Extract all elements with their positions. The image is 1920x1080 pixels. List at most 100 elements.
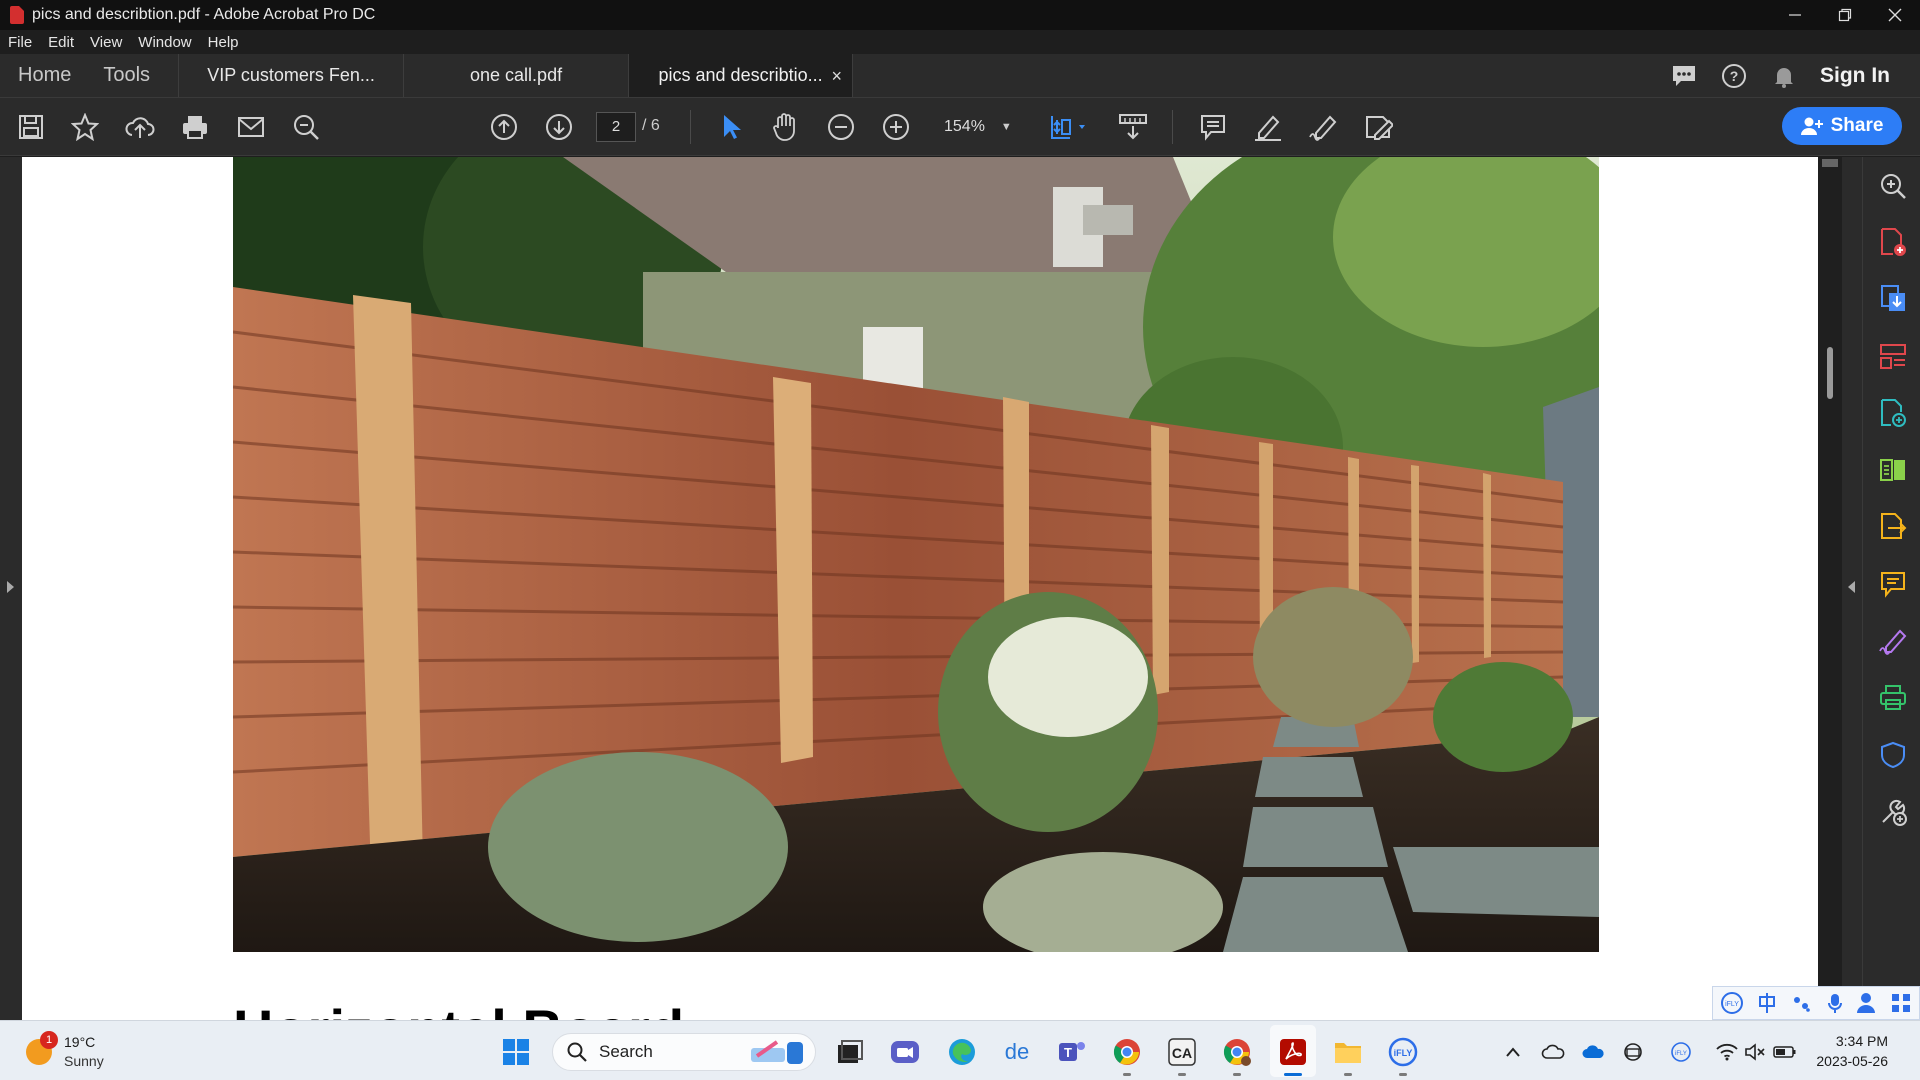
search-icon <box>567 1042 587 1062</box>
doc-tab-pics-and-describtion[interactable]: pics and describtio... × <box>628 54 854 97</box>
show-hidden-icons-button[interactable] <box>1500 1039 1526 1065</box>
ime-mode-tray[interactable] <box>1620 1039 1646 1065</box>
chrome-app[interactable] <box>1111 1036 1143 1068</box>
sign-in-link[interactable]: Sign In <box>1820 64 1890 88</box>
cad-app[interactable]: CA <box>1166 1036 1198 1068</box>
menu-window[interactable]: Window <box>138 34 191 51</box>
onedrive-business-tray[interactable] <box>1580 1039 1606 1065</box>
user-icon[interactable] <box>1856 992 1876 1014</box>
edit-pdf-button[interactable] <box>1363 112 1393 142</box>
ifly-tray[interactable]: iFLY <box>1668 1039 1694 1065</box>
scrollbar-track[interactable] <box>1818 157 1842 1020</box>
chrome-profile-app[interactable] <box>1221 1036 1253 1068</box>
windows-logo-icon <box>503 1039 529 1065</box>
comment-button[interactable] <box>1198 112 1228 142</box>
teams-chat-app[interactable] <box>889 1036 921 1068</box>
page-number-input[interactable]: 2 <box>596 112 636 142</box>
find-button[interactable] <box>291 112 321 142</box>
arrow-up-circle-icon <box>491 114 517 140</box>
page-fit-button[interactable] <box>1046 112 1090 142</box>
acrobat-app[interactable] <box>1277 1036 1309 1068</box>
punctuation-icon[interactable] <box>1791 992 1813 1014</box>
edit-pdf-tool[interactable] <box>1878 398 1908 428</box>
previous-page-button[interactable] <box>489 112 519 142</box>
battery-icon <box>1773 1046 1796 1058</box>
zoom-out-icon <box>828 114 854 140</box>
notifications-button[interactable] <box>1770 62 1798 90</box>
fill-and-sign-tool[interactable] <box>1878 626 1908 656</box>
microphone-icon[interactable] <box>1827 992 1843 1014</box>
scrollbar-thumb[interactable] <box>1827 347 1833 399</box>
ifly-app[interactable]: iFLY <box>1387 1036 1419 1068</box>
dictionary-app[interactable]: de <box>1001 1036 1033 1068</box>
create-pdf-tool[interactable] <box>1878 227 1908 257</box>
left-nav-rail[interactable] <box>0 157 22 1020</box>
vertical-scrollbar[interactable] <box>1818 157 1862 1020</box>
fill-sign-button[interactable] <box>1308 112 1338 142</box>
close-window-button[interactable] <box>1870 0 1920 30</box>
zoom-in-button[interactable] <box>881 112 911 142</box>
battery-tray[interactable] <box>1772 1039 1798 1065</box>
teams-app[interactable]: T <box>1056 1036 1088 1068</box>
upload-button[interactable] <box>125 112 155 142</box>
organize-pages-tool[interactable] <box>1878 341 1908 371</box>
zoom-out-button[interactable] <box>826 112 856 142</box>
menu-view[interactable]: View <box>90 34 122 51</box>
highlight-button[interactable] <box>1253 112 1283 142</box>
taskbar-search[interactable]: Search <box>552 1033 816 1071</box>
edge-app[interactable] <box>946 1036 978 1068</box>
expand-right-pane-icon[interactable] <box>1848 581 1855 593</box>
export-pdf-tool[interactable] <box>1878 284 1908 314</box>
more-tools[interactable] <box>1878 797 1908 827</box>
task-view-button[interactable] <box>834 1036 866 1068</box>
zoom-tool-button[interactable] <box>1878 171 1908 201</box>
weather-widget[interactable]: 1 19°C Sunny <box>26 1031 156 1075</box>
save-button[interactable] <box>16 112 46 142</box>
request-signatures-tool[interactable] <box>1878 512 1908 542</box>
sign-pen-icon <box>1309 115 1337 141</box>
start-button[interactable] <box>500 1036 532 1068</box>
menu-help[interactable]: Help <box>208 34 239 51</box>
compare-files-tool[interactable] <box>1878 455 1908 485</box>
file-explorer-app[interactable] <box>1332 1036 1364 1068</box>
email-button[interactable] <box>236 112 266 142</box>
menu-file[interactable]: File <box>8 34 32 51</box>
volume-tray[interactable] <box>1742 1039 1768 1065</box>
running-indicator <box>1399 1073 1407 1076</box>
minimize-button[interactable] <box>1770 0 1820 30</box>
video-chat-icon <box>891 1041 919 1063</box>
tab-tools[interactable]: Tools <box>95 54 158 97</box>
onedrive-personal-tray[interactable] <box>1540 1039 1566 1065</box>
doc-tab-vip-customers[interactable]: VIP customers Fen... <box>178 54 403 97</box>
apps-grid-icon[interactable] <box>1890 992 1912 1014</box>
scroll-up-handle[interactable] <box>1822 159 1838 167</box>
print-button[interactable] <box>180 112 210 142</box>
cursor-arrow-icon <box>724 115 741 139</box>
section-heading: Horizontal Board: <box>233 997 703 1020</box>
share-button[interactable]: Share <box>1782 107 1902 145</box>
cloud-upload-icon <box>125 117 155 138</box>
protect-tool[interactable] <box>1878 740 1908 770</box>
print-production-tool[interactable] <box>1878 683 1908 713</box>
select-tool-button[interactable] <box>716 112 746 142</box>
tab-home[interactable]: Home <box>10 54 79 97</box>
restore-button[interactable] <box>1820 0 1870 30</box>
wifi-tray[interactable] <box>1714 1039 1740 1065</box>
menu-edit[interactable]: Edit <box>48 34 74 51</box>
system-clock[interactable]: 3:34 PM 2023-05-26 <box>1816 1031 1888 1071</box>
next-page-button[interactable] <box>544 112 574 142</box>
scrolling-mode-button[interactable] <box>1118 112 1148 142</box>
bookmark-button[interactable] <box>70 112 100 142</box>
expand-left-pane-icon[interactable] <box>7 581 14 593</box>
chinese-input-icon[interactable] <box>1757 992 1777 1014</box>
messages-button[interactable] <box>1670 62 1698 90</box>
ifly-ime-icon[interactable]: iFLY <box>1720 991 1744 1015</box>
zoom-level-select[interactable]: 154% ▼ <box>926 112 1020 142</box>
close-tab-icon[interactable]: × <box>832 66 843 87</box>
hand-tool-button[interactable] <box>770 112 800 142</box>
comment-tool[interactable] <box>1878 569 1908 599</box>
pdf-page[interactable]: Horizontal Board: <box>22 157 1818 1020</box>
doc-tab-one-call[interactable]: one call.pdf <box>403 54 628 97</box>
svg-text:CA: CA <box>1172 1045 1192 1061</box>
help-button[interactable]: ? <box>1720 62 1748 90</box>
